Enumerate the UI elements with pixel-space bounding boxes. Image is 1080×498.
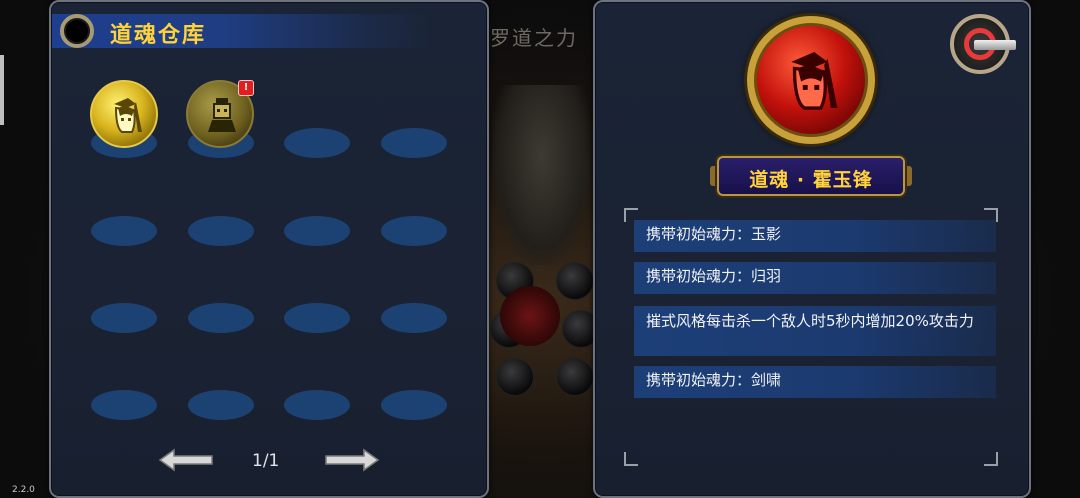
edge-handle xyxy=(0,55,4,125)
selected-soul-medallion xyxy=(747,16,875,144)
warehouse-panel xyxy=(49,0,489,498)
inventory-slot[interactable] xyxy=(381,128,447,158)
inventory-slot[interactable] xyxy=(284,216,350,246)
frame-corner xyxy=(984,452,998,466)
inventory-slot[interactable] xyxy=(91,390,157,420)
soul-property-row: 携带初始魂力：玉影 xyxy=(634,220,996,252)
warrior-portrait-icon xyxy=(208,98,236,132)
frame-corner xyxy=(624,452,638,466)
inventory-slot[interactable] xyxy=(284,303,350,333)
character-portrait-icon xyxy=(114,98,142,133)
inventory-slot[interactable] xyxy=(381,216,447,246)
new-item-badge: ! xyxy=(238,80,254,96)
ring-icon xyxy=(60,14,94,48)
version-label: 2.2.0 xyxy=(12,485,35,495)
background-orb xyxy=(496,358,534,396)
inventory-slot[interactable] xyxy=(188,216,254,246)
inventory-slot[interactable] xyxy=(284,128,350,158)
close-arrow-icon xyxy=(974,40,1016,50)
background-orb xyxy=(556,262,594,300)
warehouse-title: 道魂仓库 xyxy=(110,23,207,48)
inventory-slot[interactable] xyxy=(188,303,254,333)
inventory-slot[interactable] xyxy=(284,390,350,420)
background-statue xyxy=(492,85,592,265)
prev-page-button[interactable] xyxy=(158,448,214,472)
background-orb xyxy=(556,358,594,396)
warehouse-title-bar xyxy=(52,14,432,48)
inventory-slot[interactable] xyxy=(91,303,157,333)
inventory-slot[interactable] xyxy=(381,303,447,333)
character-portrait-icon xyxy=(791,51,838,110)
inventory-slot[interactable] xyxy=(91,216,157,246)
inventory-slot[interactable] xyxy=(188,390,254,420)
soul-property-row: 摧式风格每击杀一个敌人时5秒内增加20%攻击力 xyxy=(634,306,996,356)
page-indicator: 1/1 xyxy=(252,451,280,471)
next-page-button[interactable] xyxy=(324,448,380,472)
soul-item-icon[interactable] xyxy=(90,80,158,148)
close-button[interactable] xyxy=(950,14,1016,74)
soul-property-row: 携带初始魂力：归羽 xyxy=(634,262,996,294)
inventory-slot[interactable] xyxy=(381,390,447,420)
soul-name: 道魂 · 霍玉锋 xyxy=(749,169,873,191)
soul-property-row: 携带初始魂力：剑啸 xyxy=(634,366,996,398)
background-emblem xyxy=(500,286,560,346)
soul-name-plate: 道魂 · 霍玉锋 xyxy=(717,156,905,196)
